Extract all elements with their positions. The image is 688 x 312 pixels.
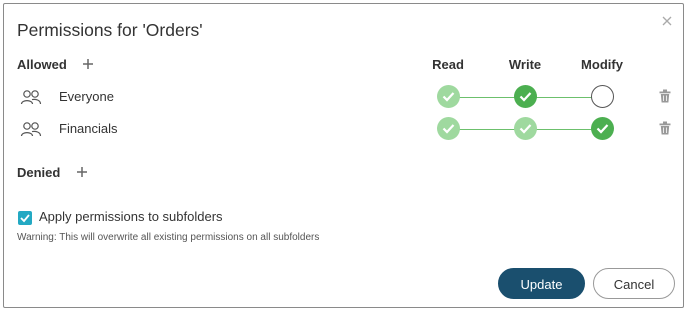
add-allowed-plus-icon[interactable]: [82, 58, 94, 70]
apply-subfolders-label[interactable]: Apply permissions to subfolders: [39, 209, 223, 224]
permission-connector: [536, 96, 592, 98]
read-toggle-everyone[interactable]: [437, 85, 460, 108]
check-icon: [519, 124, 532, 134]
permission-connector: [536, 128, 592, 130]
update-button[interactable]: Update: [498, 268, 585, 299]
check-icon: [442, 92, 455, 102]
denied-label: Denied: [17, 165, 61, 180]
permission-connector: [459, 128, 515, 130]
trash-icon[interactable]: [659, 121, 671, 135]
trash-icon[interactable]: [659, 89, 671, 103]
permission-connector: [459, 96, 515, 98]
check-icon: [519, 92, 532, 102]
check-icon: [442, 124, 455, 134]
column-header-modify: Modify: [581, 57, 623, 72]
checkmark-icon: [20, 214, 30, 223]
modify-toggle-financials[interactable]: [591, 117, 614, 140]
write-toggle-financials[interactable]: [514, 117, 537, 140]
modify-toggle-everyone[interactable]: [591, 85, 614, 108]
close-icon[interactable]: [660, 14, 674, 28]
add-denied-plus-icon[interactable]: [76, 166, 88, 178]
subfolders-warning-text: Warning: This will overwrite all existin…: [17, 232, 320, 243]
row-label-financials: Financials: [59, 121, 118, 136]
group-users-icon: [20, 90, 42, 105]
apply-subfolders-checkbox[interactable]: [18, 211, 32, 225]
write-toggle-everyone[interactable]: [514, 85, 537, 108]
permissions-dialog: Permissions for 'Orders' Allowed Read Wr…: [3, 3, 684, 308]
allowed-label: Allowed: [17, 57, 67, 72]
column-header-read: Read: [432, 57, 464, 72]
read-toggle-financials[interactable]: [437, 117, 460, 140]
group-users-icon: [20, 122, 42, 137]
dialog-title: Permissions for 'Orders': [17, 20, 203, 40]
column-header-write: Write: [508, 57, 542, 72]
row-label-everyone: Everyone: [59, 89, 114, 104]
cancel-button[interactable]: Cancel: [593, 268, 675, 299]
check-icon: [596, 124, 609, 134]
